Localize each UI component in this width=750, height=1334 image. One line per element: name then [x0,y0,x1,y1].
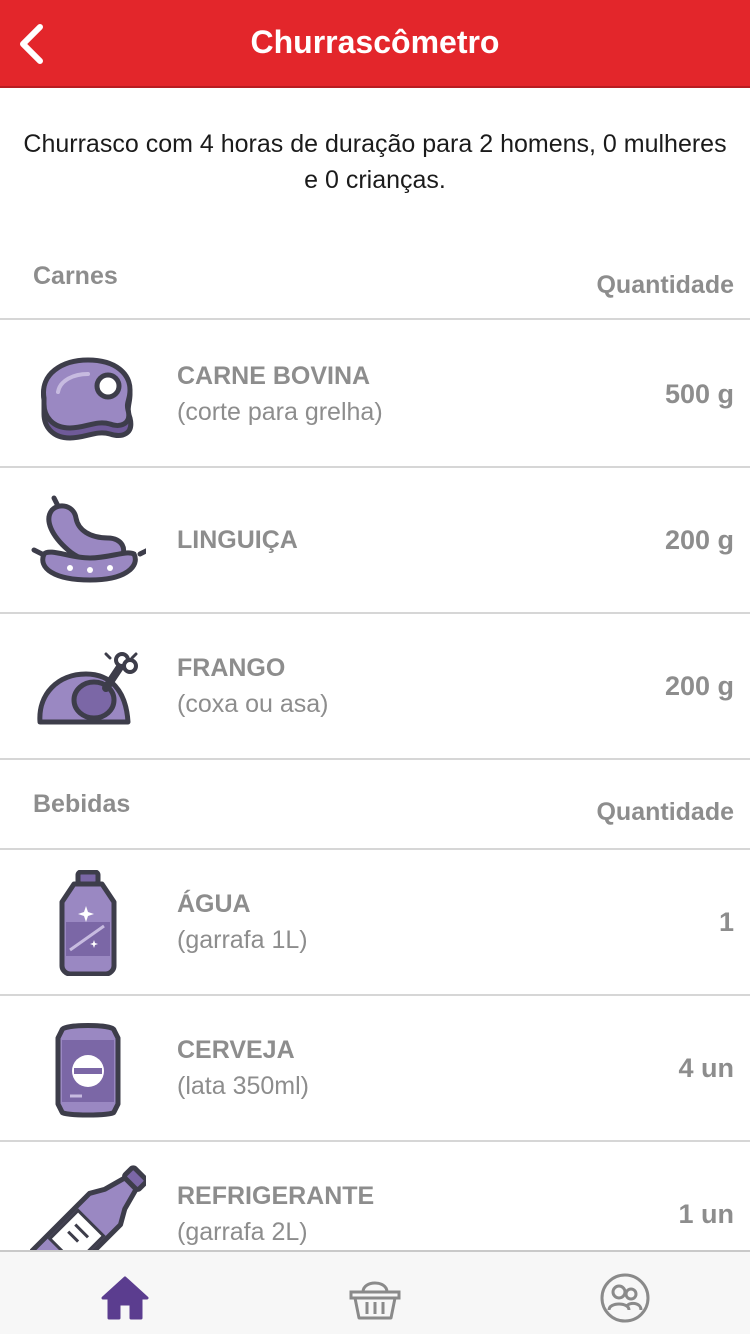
steak-icon [41,357,134,441]
home-icon[interactable] [99,1272,151,1324]
item-subtitle: (coxa ou asa) [177,690,329,718]
list-item-linguica[interactable]: LINGUIÇA 200 g [0,468,750,614]
sausage-icon [31,495,146,583]
item-name: REFRIGERANTE [177,1182,375,1210]
page-title: Churrascômetro [250,24,500,60]
section-title: Bebidas [33,790,131,818]
section-qty-label: Quantidade [596,798,734,826]
item-quantity: 1 [718,907,734,937]
list-item-agua[interactable]: ÁGUA (garrafa 1L) 1 [0,850,750,996]
people-icon[interactable] [599,1272,651,1324]
beer-can-icon [55,1023,121,1118]
section-title: Carnes [33,262,118,290]
water-bottle-icon [59,870,117,976]
item-text: CARNE BOVINA (corte para grelha) [177,322,383,466]
item-name: CERVEJA [177,1036,295,1064]
item-quantity: 4 un [678,1053,734,1083]
section-qty-label: Quantidade [596,271,734,299]
basket-icon[interactable] [349,1272,401,1324]
item-quantity: 500 g [664,379,734,409]
item-subtitle: (garrafa 1L) [177,926,308,954]
tab-bar [0,1250,750,1334]
list-item-carne-bovina[interactable]: CARNE BOVINA (corte para grelha) 500 g [0,322,750,468]
item-name: ÁGUA [177,890,251,918]
section-header-bebidas: Bebidas Quantidade [0,760,750,850]
item-text: ÁGUA (garrafa 1L) [177,850,308,994]
summary-text: Churrasco com 4 horas de duração para 2 … [23,130,727,194]
list-item-frango[interactable]: FRANGO (coxa ou asa) 200 g [0,614,750,760]
item-text: CERVEJA (lata 350ml) [177,996,309,1140]
item-subtitle: (lata 350ml) [177,1072,309,1100]
chicken-icon [37,652,138,725]
item-name: LINGUIÇA [177,526,298,554]
app-header: Churrascômetro [0,0,750,88]
item-name: FRANGO [177,654,286,682]
item-quantity: 200 g [664,671,734,701]
list-item-cerveja[interactable]: CERVEJA (lata 350ml) 4 un [0,996,750,1142]
item-subtitle: (corte para grelha) [177,398,383,426]
item-text: LINGUIÇA [177,468,298,612]
item-quantity: 200 g [664,525,734,555]
item-text: FRANGO (coxa ou asa) [177,614,328,758]
item-name: CARNE BOVINA [177,362,371,390]
section-header-carnes: Carnes Quantidade [0,230,750,320]
item-subtitle: (garrafa 2L) [177,1218,308,1246]
